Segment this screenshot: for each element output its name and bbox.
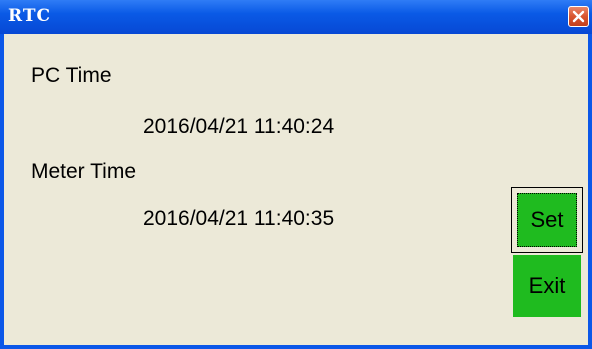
meter-time-value: 2016/04/21 11:40:35 <box>143 207 335 230</box>
exit-button-label: Exit <box>528 273 566 298</box>
set-button-face[interactable]: Set <box>517 193 577 247</box>
close-x-icon <box>572 10 585 23</box>
rtc-window: RTC PC Time 2016/04/21 11:40:24 Meter Ti… <box>0 0 592 349</box>
set-button-label: Set <box>530 207 564 232</box>
close-button[interactable] <box>568 6 589 27</box>
pc-time-label: PC Time <box>31 64 112 87</box>
meter-time-label: Meter Time <box>31 160 137 183</box>
set-button[interactable]: Set <box>511 187 583 253</box>
dialog-body: PC Time 2016/04/21 11:40:24 Meter Time 2… <box>4 34 588 345</box>
exit-button[interactable]: Exit <box>513 255 581 317</box>
window-title: RTC <box>8 6 52 26</box>
pc-time-value: 2016/04/21 11:40:24 <box>143 115 335 138</box>
title-bar[interactable]: RTC <box>0 0 592 34</box>
